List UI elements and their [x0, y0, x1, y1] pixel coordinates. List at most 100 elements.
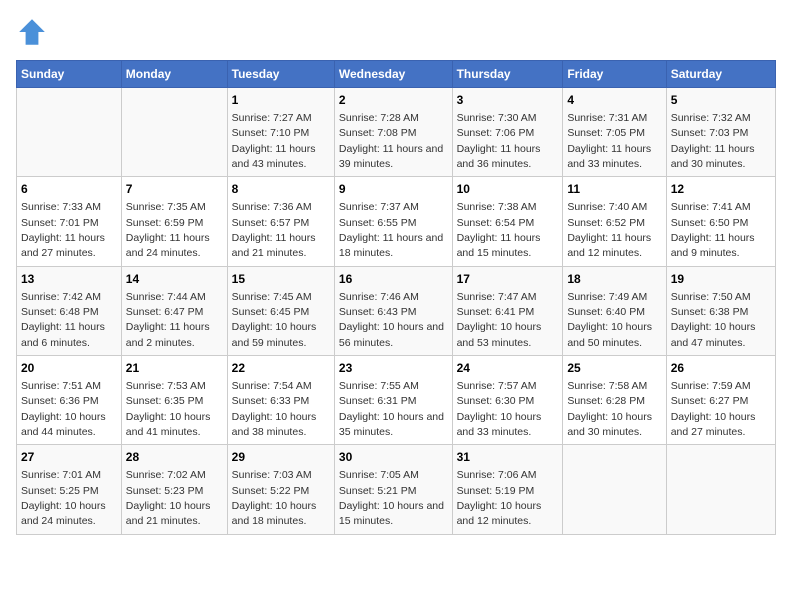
calendar-cell: 4Sunrise: 7:31 AM Sunset: 7:05 PM Daylig…	[563, 88, 666, 177]
calendar-cell: 31Sunrise: 7:06 AM Sunset: 5:19 PM Dayli…	[452, 445, 563, 534]
header-friday: Friday	[563, 61, 666, 88]
day-number: 13	[21, 271, 117, 288]
calendar-cell: 18Sunrise: 7:49 AM Sunset: 6:40 PM Dayli…	[563, 266, 666, 355]
day-number: 27	[21, 449, 117, 466]
logo	[16, 16, 52, 48]
day-number: 15	[232, 271, 330, 288]
calendar-cell	[666, 445, 775, 534]
calendar-cell: 23 Sunrise: 7:55 AM Sunset: 6:31 PM Dayli…	[334, 356, 452, 445]
day-info: Sunrise: 7:38 AM Sunset: 6:54 PM Dayligh…	[457, 201, 541, 259]
week-row-1: 1Sunrise: 7:27 AM Sunset: 7:10 PM Daylig…	[17, 88, 776, 177]
day-number: 24	[457, 360, 559, 377]
day-number: 14	[126, 271, 223, 288]
day-number: 11	[567, 181, 661, 198]
calendar-cell: 3 Sunrise: 7:30 AM Sunset: 7:06 PM Daylig…	[452, 88, 563, 177]
calendar-cell: 21 Sunrise: 7:53 AM Sunset: 6:35 PM Dayli…	[121, 356, 227, 445]
day-info: Sunrise: 7:41 AM Sunset: 6:50 PM Dayligh…	[671, 201, 755, 259]
week-row-5: 27Sunrise: 7:01 AM Sunset: 5:25 PM Dayli…	[17, 445, 776, 534]
day-info: Sunrise: 7:05 AM Sunset: 5:21 PM Dayligh…	[339, 469, 444, 527]
day-info: Sunrise: 7:46 AM Sunset: 6:43 PM Dayligh…	[339, 291, 444, 349]
day-info: Sunrise: 7:40 AM Sunset: 6:52 PM Dayligh…	[567, 201, 651, 259]
day-number: 2	[339, 92, 448, 109]
day-number: 28	[126, 449, 223, 466]
day-info: Sunrise: 7:06 AM Sunset: 5:19 PM Dayligh…	[457, 469, 542, 527]
day-number: 16	[339, 271, 448, 288]
logo-icon	[16, 16, 48, 48]
day-number: 1	[232, 92, 330, 109]
calendar-cell: 6 Sunrise: 7:33 AM Sunset: 7:01 PM Daylig…	[17, 177, 122, 266]
calendar-cell: 28Sunrise: 7:02 AM Sunset: 5:23 PM Dayli…	[121, 445, 227, 534]
day-number: 22	[232, 360, 330, 377]
day-number: 19	[671, 271, 771, 288]
day-number: 12	[671, 181, 771, 198]
day-info: Sunrise: 7:55 AM Sunset: 6:31 PM Dayligh…	[339, 380, 444, 438]
day-number: 4	[567, 92, 661, 109]
calendar-header: SundayMondayTuesdayWednesdayThursdayFrid…	[17, 61, 776, 88]
day-info: Sunrise: 7:51 AM Sunset: 6:36 PM Dayligh…	[21, 380, 106, 438]
calendar-cell: 27Sunrise: 7:01 AM Sunset: 5:25 PM Dayli…	[17, 445, 122, 534]
calendar-cell: 16 Sunrise: 7:46 AM Sunset: 6:43 PM Dayli…	[334, 266, 452, 355]
day-number: 5	[671, 92, 771, 109]
calendar-cell	[121, 88, 227, 177]
calendar-cell: 11 Sunrise: 7:40 AM Sunset: 6:52 PM Dayli…	[563, 177, 666, 266]
calendar-cell: 2 Sunrise: 7:28 AM Sunset: 7:08 PM Daylig…	[334, 88, 452, 177]
calendar-cell: 24 Sunrise: 7:57 AM Sunset: 6:30 PM Dayli…	[452, 356, 563, 445]
calendar-cell: 12 Sunrise: 7:41 AM Sunset: 6:50 PM Dayli…	[666, 177, 775, 266]
calendar-cell: 10 Sunrise: 7:38 AM Sunset: 6:54 PM Dayli…	[452, 177, 563, 266]
calendar-cell: 13 Sunrise: 7:42 AM Sunset: 6:48 PM Dayli…	[17, 266, 122, 355]
day-info: Sunrise: 7:35 AM Sunset: 6:59 PM Dayligh…	[126, 201, 210, 259]
calendar-body: 1Sunrise: 7:27 AM Sunset: 7:10 PM Daylig…	[17, 88, 776, 535]
day-info: Sunrise: 7:33 AM Sunset: 7:01 PM Dayligh…	[21, 201, 105, 259]
week-row-3: 13 Sunrise: 7:42 AM Sunset: 6:48 PM Dayli…	[17, 266, 776, 355]
calendar-cell: 7 Sunrise: 7:35 AM Sunset: 6:59 PM Daylig…	[121, 177, 227, 266]
day-info: Sunrise: 7:36 AM Sunset: 6:57 PM Dayligh…	[232, 201, 316, 259]
day-info: Sunrise: 7:50 AM Sunset: 6:38 PM Dayligh…	[671, 291, 756, 349]
day-number: 7	[126, 181, 223, 198]
day-number: 9	[339, 181, 448, 198]
calendar-cell: 1Sunrise: 7:27 AM Sunset: 7:10 PM Daylig…	[227, 88, 334, 177]
day-number: 25	[567, 360, 661, 377]
calendar-cell: 17 Sunrise: 7:47 AM Sunset: 6:41 PM Dayli…	[452, 266, 563, 355]
calendar-cell: 14Sunrise: 7:44 AM Sunset: 6:47 PM Dayli…	[121, 266, 227, 355]
calendar-cell	[17, 88, 122, 177]
day-number: 6	[21, 181, 117, 198]
day-info: Sunrise: 7:47 AM Sunset: 6:41 PM Dayligh…	[457, 291, 542, 349]
day-number: 17	[457, 271, 559, 288]
calendar-cell: 20Sunrise: 7:51 AM Sunset: 6:36 PM Dayli…	[17, 356, 122, 445]
calendar-cell	[563, 445, 666, 534]
day-number: 30	[339, 449, 448, 466]
day-number: 3	[457, 92, 559, 109]
calendar-cell: 25 Sunrise: 7:58 AM Sunset: 6:28 PM Dayli…	[563, 356, 666, 445]
day-info: Sunrise: 7:54 AM Sunset: 6:33 PM Dayligh…	[232, 380, 317, 438]
header-thursday: Thursday	[452, 61, 563, 88]
day-info: Sunrise: 7:28 AM Sunset: 7:08 PM Dayligh…	[339, 112, 443, 170]
day-number: 8	[232, 181, 330, 198]
calendar-cell: 9 Sunrise: 7:37 AM Sunset: 6:55 PM Daylig…	[334, 177, 452, 266]
header-saturday: Saturday	[666, 61, 775, 88]
day-number: 21	[126, 360, 223, 377]
day-number: 18	[567, 271, 661, 288]
day-info: Sunrise: 7:32 AM Sunset: 7:03 PM Dayligh…	[671, 112, 755, 170]
day-number: 23	[339, 360, 448, 377]
day-info: Sunrise: 7:42 AM Sunset: 6:48 PM Dayligh…	[21, 291, 105, 349]
calendar-cell: 22 Sunrise: 7:54 AM Sunset: 6:33 PM Dayli…	[227, 356, 334, 445]
day-info: Sunrise: 7:59 AM Sunset: 6:27 PM Dayligh…	[671, 380, 756, 438]
calendar-cell: 5 Sunrise: 7:32 AM Sunset: 7:03 PM Daylig…	[666, 88, 775, 177]
day-info: Sunrise: 7:53 AM Sunset: 6:35 PM Dayligh…	[126, 380, 211, 438]
calendar-cell: 26Sunrise: 7:59 AM Sunset: 6:27 PM Dayli…	[666, 356, 775, 445]
day-info: Sunrise: 7:57 AM Sunset: 6:30 PM Dayligh…	[457, 380, 542, 438]
calendar-cell: 19 Sunrise: 7:50 AM Sunset: 6:38 PM Dayli…	[666, 266, 775, 355]
week-row-2: 6 Sunrise: 7:33 AM Sunset: 7:01 PM Daylig…	[17, 177, 776, 266]
day-info: Sunrise: 7:45 AM Sunset: 6:45 PM Dayligh…	[232, 291, 317, 349]
day-info: Sunrise: 7:58 AM Sunset: 6:28 PM Dayligh…	[567, 380, 652, 438]
day-number: 10	[457, 181, 559, 198]
day-info: Sunrise: 7:03 AM Sunset: 5:22 PM Dayligh…	[232, 469, 317, 527]
day-info: Sunrise: 7:30 AM Sunset: 7:06 PM Dayligh…	[457, 112, 541, 170]
page-header	[16, 16, 776, 48]
header-tuesday: Tuesday	[227, 61, 334, 88]
day-info: Sunrise: 7:37 AM Sunset: 6:55 PM Dayligh…	[339, 201, 443, 259]
calendar-table: SundayMondayTuesdayWednesdayThursdayFrid…	[16, 60, 776, 535]
week-row-4: 20Sunrise: 7:51 AM Sunset: 6:36 PM Dayli…	[17, 356, 776, 445]
header-wednesday: Wednesday	[334, 61, 452, 88]
calendar-cell: 29Sunrise: 7:03 AM Sunset: 5:22 PM Dayli…	[227, 445, 334, 534]
